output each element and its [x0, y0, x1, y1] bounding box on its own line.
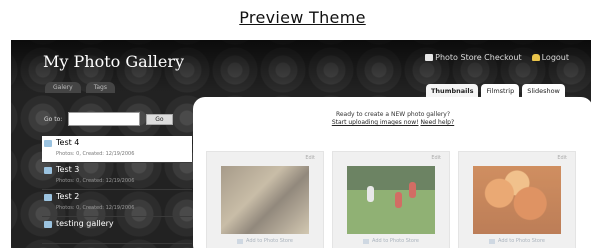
- upload-prompt: Ready to create a NEW photo gallery? Sta…: [193, 111, 591, 127]
- search-input[interactable]: [68, 112, 141, 126]
- album-meta: Photos: 0, Created: 12/19/2006: [56, 178, 135, 184]
- album-meta: Photos: 0, Created: 12/19/2006: [56, 205, 135, 211]
- album-icon: [44, 167, 52, 174]
- add-to-store-link[interactable]: Add to Photo Store: [473, 238, 561, 244]
- theme-preview-screenshot: My Photo Gallery Photo Store Checkout Lo…: [11, 40, 591, 248]
- search-label: Go to:: [44, 115, 63, 123]
- player-figure: [367, 186, 374, 202]
- start-uploading-link[interactable]: Start uploading images now!: [332, 119, 419, 126]
- logout-link[interactable]: Logout: [531, 53, 569, 62]
- edit-link[interactable]: Edit: [305, 155, 315, 161]
- album-name: Test 3: [56, 165, 80, 174]
- top-links: Photo Store Checkout Logout: [425, 53, 569, 62]
- cart-icon: [425, 54, 434, 61]
- gallery-title: My Photo Gallery: [43, 52, 185, 71]
- page: Preview Theme My Photo Gallery Photo Sto…: [0, 0, 605, 248]
- album-icon: [44, 221, 52, 228]
- store-icon: [489, 238, 496, 244]
- tab-thumbnails[interactable]: Thumbnails: [426, 84, 479, 98]
- album-meta: Photos: 0, Created: 12/19/2006: [56, 151, 135, 157]
- album-item-test-3[interactable]: Test 3 Photos: 0, Created: 12/19/2006: [42, 163, 192, 190]
- album-item-testing-gallery[interactable]: testing gallery: [42, 217, 192, 244]
- photo-thumbnail[interactable]: [473, 166, 561, 234]
- store-icon: [363, 238, 370, 244]
- tab-slideshow[interactable]: Slideshow: [522, 84, 565, 98]
- thumbnail-cards: Edit Add to Photo Store Edit Add to Phot…: [206, 151, 576, 248]
- prompt-text: Ready to create a NEW photo gallery?: [335, 111, 451, 118]
- album-name: Test 4: [56, 138, 80, 147]
- search-row: Go to: Go: [44, 112, 173, 126]
- need-help-link[interactable]: Need help?: [420, 119, 454, 126]
- album-item-test-2[interactable]: Test 2 Photos: 0, Created: 12/19/2006: [42, 190, 192, 217]
- view-tabs: Thumbnails Filmstrip Slideshow: [426, 84, 565, 98]
- photo-card[interactable]: Edit Add to Photo Store: [458, 151, 576, 248]
- tab-gallery[interactable]: Galery: [45, 82, 81, 93]
- lock-icon: [531, 54, 540, 61]
- photo-thumbnail[interactable]: [221, 166, 309, 234]
- album-name: testing gallery: [56, 219, 114, 228]
- photo-card[interactable]: Edit Add to Photo Store: [332, 151, 450, 248]
- edit-link[interactable]: Edit: [557, 155, 567, 161]
- preview-theme-heading: Preview Theme: [239, 8, 366, 27]
- player-figure: [395, 192, 402, 208]
- album-item-test-4[interactable]: Test 4 Photos: 0, Created: 12/19/2006: [42, 136, 192, 163]
- photo-store-checkout-link[interactable]: Photo Store Checkout: [425, 53, 522, 62]
- store-icon: [237, 238, 244, 244]
- photo-thumbnail[interactable]: [347, 166, 435, 234]
- album-icon: [44, 194, 52, 201]
- add-to-store-link[interactable]: Add to Photo Store: [221, 238, 309, 244]
- tab-filmstrip[interactable]: Filmstrip: [481, 84, 520, 98]
- edit-link[interactable]: Edit: [431, 155, 441, 161]
- tab-tags[interactable]: Tags: [85, 82, 115, 93]
- album-list: Test 4 Photos: 0, Created: 12/19/2006 Te…: [42, 136, 192, 244]
- thumbnail-panel: Ready to create a NEW photo gallery? Sta…: [193, 97, 591, 248]
- player-figure: [409, 182, 416, 198]
- photo-card[interactable]: Edit Add to Photo Store: [206, 151, 324, 248]
- left-tabs: Galery Tags: [45, 82, 115, 93]
- album-icon: [44, 140, 52, 147]
- add-to-store-link[interactable]: Add to Photo Store: [347, 238, 435, 244]
- go-button[interactable]: Go: [146, 113, 173, 125]
- album-name: Test 2: [56, 192, 80, 201]
